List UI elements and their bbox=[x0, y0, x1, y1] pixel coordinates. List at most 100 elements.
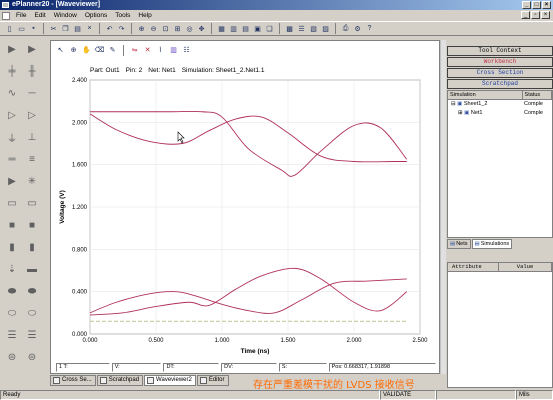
probe-icon[interactable]: ✳ bbox=[24, 174, 40, 188]
waveform-plot[interactable]: 0.000 0.500 1.000 1.500 2.000 2.500 0.000 0.400… bbox=[56, 62, 436, 360]
via-icon[interactable]: ▭ bbox=[4, 196, 20, 210]
cross-section-button[interactable]: Cross Section bbox=[447, 68, 553, 78]
zoom-icon[interactable]: ⊕ bbox=[68, 45, 79, 56]
menu-window[interactable]: Window bbox=[50, 12, 81, 19]
attribute-column-header[interactable]: Attribute bbox=[448, 263, 500, 271]
open-folder-icon[interactable]: ▭ bbox=[16, 23, 27, 34]
resistor-icon[interactable]: ╪ bbox=[4, 64, 20, 78]
redo-icon[interactable]: ↷ bbox=[116, 23, 127, 34]
diode2-icon[interactable]: ▬ bbox=[24, 262, 40, 276]
scratchpad-button[interactable]: Scratchpad bbox=[447, 79, 553, 89]
package-icon[interactable]: ■ bbox=[4, 218, 20, 232]
connector-icon[interactable]: ■ bbox=[24, 218, 40, 232]
ground-icon[interactable]: ⏚ bbox=[4, 130, 20, 145]
help-icon[interactable]: ? bbox=[364, 23, 375, 34]
save-icon[interactable]: ▪ bbox=[28, 23, 39, 34]
pan-icon[interactable]: ✥ bbox=[196, 23, 207, 34]
status-column-header[interactable]: Status bbox=[523, 91, 552, 99]
hand-pan-icon[interactable]: ✋ bbox=[81, 45, 92, 56]
layers-icon[interactable]: ▤ bbox=[240, 23, 251, 34]
close-button[interactable]: × bbox=[542, 1, 551, 9]
simulation-column-header[interactable]: Simulation bbox=[448, 91, 523, 99]
tree-row[interactable]: ⊟ ▣ Sheet1_2 Comple bbox=[448, 100, 552, 109]
pin-icon[interactable]: ▮ bbox=[4, 240, 20, 254]
tree-row[interactable]: ⊞ ▣ Net1 Comple bbox=[448, 109, 552, 118]
wire-icon[interactable]: ─ bbox=[24, 86, 40, 100]
node-icon[interactable]: ⬬ bbox=[4, 284, 20, 298]
copy-icon[interactable]: ❐ bbox=[60, 23, 71, 34]
cross-marker-icon[interactable]: ✕ bbox=[142, 45, 153, 56]
delete-icon[interactable]: × bbox=[84, 23, 95, 34]
select-pointer-icon[interactable]: ↖ bbox=[55, 45, 66, 56]
buffer2-icon[interactable]: ▷ bbox=[24, 108, 40, 122]
undo-icon[interactable]: ↶ bbox=[104, 23, 115, 34]
diode-icon[interactable]: ⇣ bbox=[4, 262, 20, 276]
tool-context-button[interactable]: Tool Context bbox=[447, 46, 553, 56]
bar-graph-icon[interactable]: ▥ bbox=[168, 45, 179, 56]
node2-icon[interactable]: ⬬ bbox=[24, 284, 40, 298]
menu-file[interactable]: File bbox=[12, 12, 30, 19]
tab-scratchpad[interactable]: Scratchpad bbox=[96, 375, 144, 386]
tab-simulations[interactable]: ▤ Simulations bbox=[471, 239, 513, 249]
grid-icon[interactable]: ▦ bbox=[216, 23, 227, 34]
waveform-settings-icon[interactable]: ☷ bbox=[181, 45, 192, 56]
print-icon[interactable]: ⎙ bbox=[340, 23, 351, 34]
stack-icon[interactable]: ⊜ bbox=[4, 350, 20, 364]
report-icon[interactable]: ▨ bbox=[320, 23, 331, 34]
coupled-line-icon[interactable]: ≡ bbox=[24, 152, 40, 166]
zoom-fit-icon[interactable]: ⊞ bbox=[172, 23, 183, 34]
chart-icon[interactable]: ▩ bbox=[284, 23, 295, 34]
via2-icon[interactable]: ▭ bbox=[24, 196, 40, 210]
list-icon[interactable]: ☰ bbox=[296, 23, 307, 34]
maximize-button[interactable]: □ bbox=[532, 1, 541, 9]
power-icon[interactable]: ⊥ bbox=[24, 130, 40, 144]
window-icon[interactable]: ▣ bbox=[252, 23, 263, 34]
capacitor-icon[interactable]: ╫ bbox=[24, 64, 40, 78]
cascade-icon[interactable]: ❏ bbox=[264, 23, 275, 34]
cable2-icon[interactable]: ⬭ bbox=[24, 306, 40, 320]
mdi-minimize-button[interactable]: _ bbox=[521, 11, 530, 19]
measure-icon[interactable]: ⌇ bbox=[155, 45, 166, 56]
expand-icon[interactable]: ⊞ bbox=[458, 110, 463, 116]
menu-tools[interactable]: Tools bbox=[111, 12, 134, 19]
tab-waveviewer2[interactable]: Waveviewer2 bbox=[144, 375, 196, 386]
tab-editor[interactable]: Editor bbox=[196, 375, 229, 386]
cable-icon[interactable]: ⬭ bbox=[4, 306, 20, 320]
tab-nets[interactable]: ▤ Nets bbox=[447, 239, 471, 249]
new-file-icon[interactable]: ▯ bbox=[4, 23, 15, 34]
zoom-out-icon[interactable]: ⊖ bbox=[148, 23, 159, 34]
menu-options[interactable]: Options bbox=[81, 12, 111, 19]
minimize-button[interactable]: _ bbox=[522, 1, 531, 9]
collapse-icon[interactable]: ⊟ bbox=[451, 101, 456, 107]
paste-icon[interactable]: ▤ bbox=[72, 23, 83, 34]
zoom-prev-icon[interactable]: ◎ bbox=[184, 23, 195, 34]
stack2-icon[interactable]: ⊜ bbox=[24, 350, 40, 364]
pin2-icon[interactable]: ▮ bbox=[24, 240, 40, 254]
source-icon[interactable]: ▶ bbox=[4, 174, 20, 188]
tab-cross-section[interactable]: Cross Se... bbox=[50, 375, 96, 386]
eraser-icon[interactable]: ⌫ bbox=[94, 45, 105, 56]
zoom-area-icon[interactable]: ⊡ bbox=[160, 23, 171, 34]
driver-icon[interactable]: ▶ bbox=[4, 42, 20, 56]
mdi-restore-button[interactable]: ▫ bbox=[531, 11, 540, 19]
options-icon[interactable]: ▧ bbox=[308, 23, 319, 34]
mdi-close-button[interactable]: × bbox=[541, 11, 550, 19]
bus2-icon[interactable]: ☰ bbox=[24, 328, 40, 342]
receiver-icon[interactable]: ▶ bbox=[24, 42, 40, 56]
document-icon[interactable] bbox=[2, 11, 10, 20]
settings-icon[interactable]: ⚙ bbox=[352, 23, 363, 34]
inductor-icon[interactable]: ∿ bbox=[4, 86, 20, 100]
buffer-icon[interactable]: ▷ bbox=[4, 108, 20, 122]
menu-help[interactable]: Help bbox=[134, 12, 155, 19]
bus-icon[interactable]: ☰ bbox=[4, 328, 20, 342]
value-column-header[interactable]: Value bbox=[499, 263, 552, 271]
cut-icon[interactable]: ✂ bbox=[48, 23, 59, 34]
workbench-button[interactable]: Workbench bbox=[447, 57, 553, 67]
marker-icon[interactable]: ⇋ bbox=[129, 45, 140, 56]
transmission-line-icon[interactable]: ═ bbox=[4, 152, 20, 166]
zoom-in-icon[interactable]: ⊕ bbox=[136, 23, 147, 34]
pencil-icon[interactable]: ✎ bbox=[107, 45, 118, 56]
table-icon[interactable]: ▥ bbox=[228, 23, 239, 34]
vertical-scrollbar[interactable] bbox=[440, 40, 446, 374]
menu-edit[interactable]: Edit bbox=[30, 12, 49, 19]
